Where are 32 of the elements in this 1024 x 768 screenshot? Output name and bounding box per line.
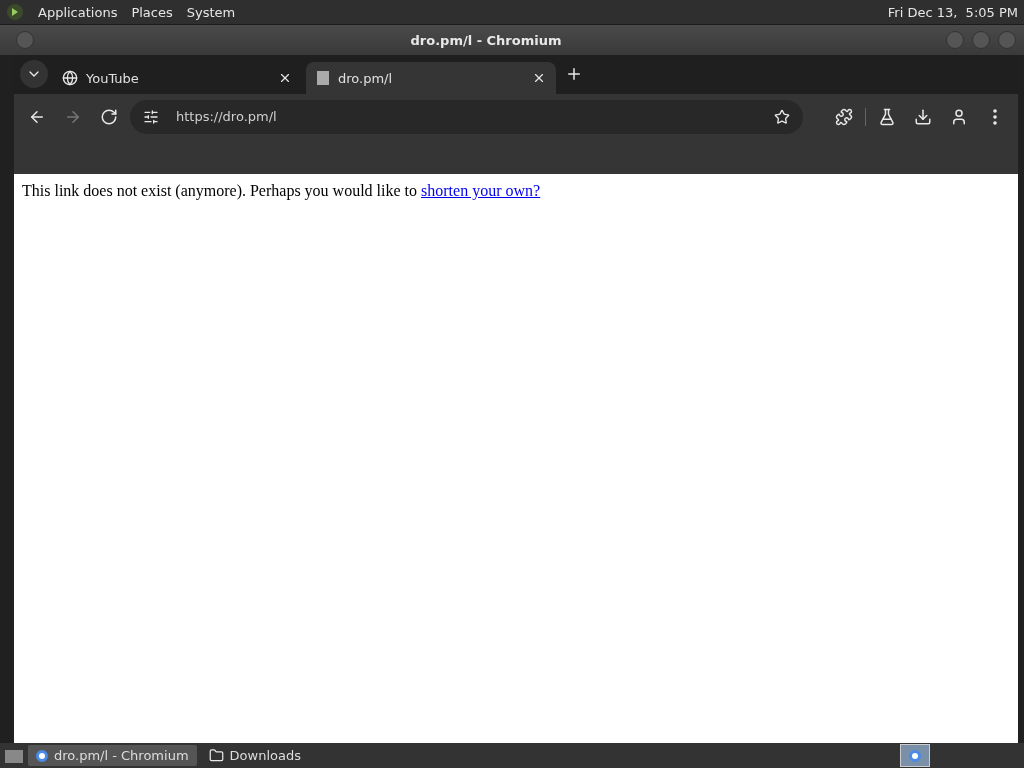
tray-browser-icon[interactable] (900, 744, 930, 767)
folder-icon (208, 748, 224, 763)
globe-icon (62, 70, 78, 86)
close-icon (532, 71, 546, 85)
window-title: dro.pm/l - Chromium (409, 32, 563, 48)
sliders-icon (143, 108, 159, 125)
page-message: This link does not exist (anymore). Perhaps you would like to shorten your own? (22, 182, 541, 199)
tab[interactable]: dro.pm/l (306, 62, 556, 94)
page-icon (316, 70, 330, 86)
download-icon (914, 107, 932, 126)
panel-menu[interactable]: Applications (38, 4, 118, 20)
taskbar-item[interactable]: Downloads (200, 745, 309, 766)
flask-icon (878, 107, 896, 126)
tab[interactable]: YouTube (52, 62, 302, 94)
user-icon (950, 107, 968, 126)
menu-icon (993, 108, 997, 125)
browser-icon (36, 749, 48, 762)
close-icon (278, 71, 292, 85)
tab-label: YouTube (86, 70, 140, 86)
reload-icon (100, 107, 118, 126)
plus-icon (565, 65, 583, 83)
taskbar-item[interactable]: dro.pm/l - Chromium (28, 745, 197, 766)
clock: Fri Dec 13, 5:05 PM (887, 4, 1018, 20)
address-bar[interactable]: https://dro.pm/l (130, 99, 803, 134)
logo-icon (6, 3, 24, 21)
panel-menu[interactable]: Places (131, 4, 173, 20)
tab-search-button[interactable] (20, 60, 48, 88)
panel-menu[interactable]: System (186, 4, 236, 20)
puzzle-icon (835, 107, 853, 126)
star-icon (774, 108, 790, 125)
tab-label: dro.pm/l (338, 70, 394, 86)
shorten-link[interactable]: shorten your own? (421, 182, 541, 199)
